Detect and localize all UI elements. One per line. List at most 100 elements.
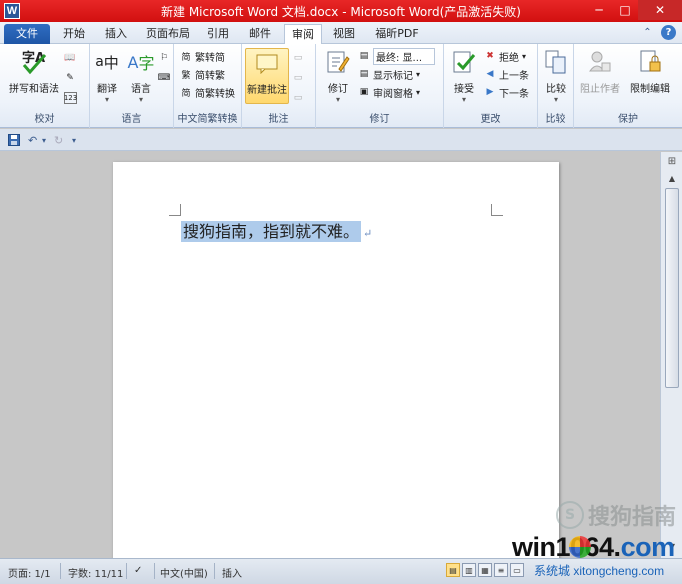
translate-button[interactable]: a中 翻译 ▾ bbox=[90, 48, 124, 105]
selected-text[interactable]: 搜狗指南，指到就不难。 bbox=[181, 221, 362, 242]
translate-tooltip-icon: ⚐ bbox=[159, 53, 169, 63]
tab-view[interactable]: 视图 bbox=[326, 24, 362, 44]
group-chinese-conversion: 简繁转简 繁简转繁 简简繁转换 中文简繁转换 bbox=[174, 44, 242, 128]
status-page[interactable]: 页面: 1/1 bbox=[8, 565, 51, 580]
accept-button[interactable]: 接受 ▾ bbox=[446, 48, 482, 104]
ribbon-minimize-icon[interactable]: ⌃ bbox=[640, 25, 655, 40]
new-comment-icon bbox=[253, 49, 281, 77]
simplified-to-traditional-icon: 繁 bbox=[181, 70, 191, 81]
tab-file[interactable]: 文件 bbox=[4, 24, 50, 44]
window-title: 新建 Microsoft Word 文档.docx - Microsoft Wo… bbox=[161, 5, 521, 19]
previous-change-label: 上一条 bbox=[499, 70, 529, 82]
web-layout-view-icon[interactable]: ▦ bbox=[478, 563, 492, 577]
previous-change-button[interactable]: ◀ 上一条 bbox=[484, 66, 529, 82]
language-button[interactable]: A字 语言 ▾ bbox=[124, 48, 158, 105]
accept-icon bbox=[450, 48, 478, 76]
full-screen-reading-view-icon[interactable]: ▥ bbox=[462, 563, 476, 577]
group-compare: 比较 ▾ 比较 bbox=[538, 44, 574, 128]
customize-qat-icon[interactable]: ▾ bbox=[72, 133, 76, 147]
compare-dropdown-icon: ▾ bbox=[553, 95, 558, 104]
display-for-review-icon: ▤ bbox=[359, 51, 369, 61]
proofing-status-icon[interactable]: ✓ bbox=[134, 565, 142, 576]
tab-review[interactable]: 审阅 bbox=[284, 24, 322, 44]
status-word-count[interactable]: 字数: 11/11 bbox=[68, 565, 123, 580]
spelling-grammar-button[interactable]: 字A 拼写和语法 bbox=[4, 48, 64, 95]
outline-view-icon[interactable]: ≡ bbox=[494, 563, 508, 577]
title-bar: W 新建 Microsoft Word 文档.docx - Microsoft … bbox=[0, 0, 682, 22]
track-changes-label: 修订 bbox=[328, 84, 348, 95]
block-authors-icon bbox=[586, 48, 614, 76]
minimize-button[interactable]: ─ bbox=[586, 0, 612, 20]
document-page[interactable]: 搜狗指南，指到就不难。 ↵ bbox=[113, 162, 559, 562]
language-preferences-button[interactable]: ⌨ bbox=[158, 70, 171, 86]
chinese-conversion-button[interactable]: 简简繁转换 bbox=[180, 84, 235, 100]
print-layout-view-icon[interactable]: ▤ bbox=[446, 563, 460, 577]
undo-icon[interactable]: ↶ bbox=[28, 133, 37, 147]
previous-comment-button[interactable]: ▭ bbox=[292, 70, 304, 86]
scroll-up-icon[interactable]: ▲ bbox=[665, 174, 679, 186]
maximize-button[interactable]: □ bbox=[612, 0, 638, 20]
show-markup-button[interactable]: ▤ 显示标记 ▾ bbox=[358, 66, 420, 82]
tab-mailings[interactable]: 邮件 bbox=[242, 24, 278, 44]
word-app-icon[interactable]: W bbox=[4, 3, 20, 19]
new-comment-button[interactable]: 新建批注 bbox=[245, 48, 289, 104]
reviewing-pane-button[interactable]: ▣ 审阅窗格 ▾ bbox=[358, 84, 420, 100]
tab-page-layout[interactable]: 页面布局 bbox=[140, 24, 196, 44]
reject-button[interactable]: ✖ 拒绝 ▾ bbox=[484, 48, 526, 64]
track-changes-button[interactable]: 修订 ▾ bbox=[320, 48, 356, 104]
margin-corner-top-left bbox=[169, 204, 181, 216]
next-change-icon: ▶ bbox=[486, 87, 494, 97]
group-tracking: 修订 ▾ ▤ 最终: 显... ▤ 显示标记 ▾ ▣ 审阅窗格 ▾ 修订 bbox=[316, 44, 444, 128]
next-comment-button[interactable]: ▭ bbox=[292, 90, 304, 106]
document-paragraph[interactable]: 搜狗指南，指到就不难。 ↵ bbox=[181, 218, 372, 242]
language-dropdown-icon: ▾ bbox=[138, 95, 143, 104]
group-protect: 阻止作者 限制编辑 保护 bbox=[574, 44, 682, 128]
block-authors-label: 阻止作者 bbox=[580, 84, 620, 95]
status-language[interactable]: 中文(中国) bbox=[160, 565, 208, 580]
display-for-review-dropdown[interactable]: ▤ 最终: 显... bbox=[358, 47, 436, 65]
reviewing-pane-dropdown-icon: ▾ bbox=[416, 87, 421, 97]
tab-home[interactable]: 开始 bbox=[56, 24, 92, 44]
vertical-scrollbar[interactable]: ⊞ ▲ ▼ bbox=[660, 152, 682, 558]
status-insert-mode[interactable]: 插入 bbox=[222, 565, 242, 580]
simplified-to-traditional-button[interactable]: 繁简转繁 bbox=[180, 66, 225, 82]
tab-foxit-pdf[interactable]: 福昕PDF bbox=[368, 24, 426, 44]
group-label-chinese-conversion: 中文简繁转换 bbox=[177, 114, 238, 125]
ribbon-right-controls: ⌃ ? bbox=[640, 25, 676, 40]
document-workspace: 搜狗指南，指到就不难。 ↵ bbox=[0, 152, 660, 562]
next-change-button[interactable]: ▶ 下一条 bbox=[484, 84, 529, 100]
restrict-editing-button[interactable]: 限制编辑 bbox=[624, 48, 676, 95]
reject-icon: ✖ bbox=[486, 51, 494, 61]
reviewing-pane-icon: ▣ bbox=[359, 87, 369, 97]
ribbon-tab-row: 文件 开始 插入 页面布局 引用 邮件 审阅 视图 福昕PDF ⌃ ? bbox=[0, 22, 682, 44]
ruler-toggle-icon[interactable]: ⊞ bbox=[665, 156, 679, 170]
site-domain-prefix: win1064. bbox=[512, 532, 621, 562]
xitongcheng-sub-text: 系统城 xitongcheng.com bbox=[534, 562, 664, 579]
compare-button[interactable]: 比较 ▾ bbox=[540, 48, 572, 104]
tab-insert[interactable]: 插入 bbox=[98, 24, 134, 44]
windows-logo-icon bbox=[569, 536, 591, 558]
reject-dropdown-icon: ▾ bbox=[522, 51, 527, 61]
tab-references[interactable]: 引用 bbox=[200, 24, 236, 44]
site-domain-suffix: com bbox=[620, 532, 676, 562]
group-label-protect: 保护 bbox=[618, 114, 638, 125]
language-icon: A字 bbox=[127, 52, 155, 74]
help-icon[interactable]: ? bbox=[661, 25, 676, 40]
status-separator bbox=[154, 563, 155, 579]
new-comment-label: 新建批注 bbox=[247, 85, 287, 96]
accept-label: 接受 bbox=[454, 84, 474, 95]
research-button[interactable]: 📖 bbox=[64, 50, 76, 66]
block-authors-button[interactable]: 阻止作者 bbox=[576, 48, 624, 95]
close-button[interactable]: ✕ bbox=[638, 0, 682, 20]
thesaurus-button[interactable]: ✎ bbox=[64, 70, 76, 86]
word-count-button[interactable]: 123 bbox=[64, 90, 77, 106]
delete-comment-button[interactable]: ▭ bbox=[292, 50, 304, 66]
save-icon[interactable] bbox=[8, 133, 20, 147]
scrollbar-thumb[interactable] bbox=[665, 188, 679, 388]
thesaurus-icon: ✎ bbox=[66, 73, 74, 83]
traditional-to-simplified-button[interactable]: 简繁转简 bbox=[180, 48, 225, 64]
redo-icon[interactable]: ↻ bbox=[54, 133, 63, 147]
translate-tooltip-button[interactable]: ⚐ bbox=[158, 50, 170, 66]
undo-dropdown-icon[interactable]: ▾ bbox=[42, 133, 46, 147]
next-comment-icon: ▭ bbox=[293, 93, 303, 103]
